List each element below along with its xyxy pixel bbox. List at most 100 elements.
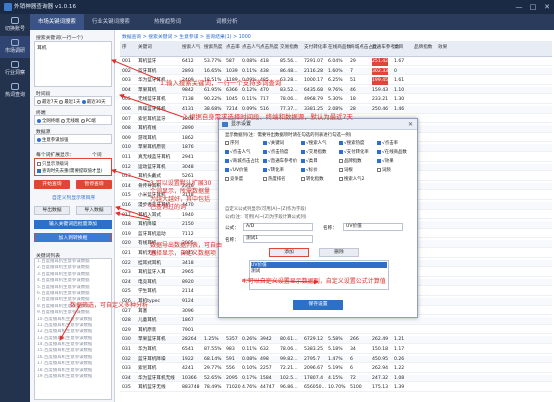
table-row[interactable]: 032 蓝牙耳机降噪 1922 68.14% 591 0.08% 498 99.82... 27… (120, 355, 552, 364)
keyword-list[interactable]: 1.百度播耳机生意参谋数据 2.百度播耳机生意参谋数据 3.百度播耳机生意参谋数… (34, 258, 112, 400)
column-option-checkbox[interactable]: 热度排名 (263, 176, 286, 182)
tab-hot-trend[interactable]: 热搜趋势词 (154, 14, 181, 30)
column-option-checkbox[interactable]: 搜索人气2 (339, 176, 364, 182)
column-option-checkbox[interactable]: √效果 (377, 158, 394, 164)
table-row[interactable]: 004 苹果耳机 9842 61.95% 6366 0.12% 470 83.52... 643… (120, 86, 552, 95)
tab-root-analysis[interactable]: 词根分析 (216, 14, 238, 30)
column-option-checkbox[interactable]: √关键词 (263, 140, 284, 146)
radio-wireless[interactable]: 无线端 (60, 118, 79, 124)
formula-hint: 自定义公式列显示(可用[A]~[Z]作为字段) (225, 207, 307, 212)
batch-add-button[interactable]: 输入关键词后批量添加 (34, 220, 112, 229)
chk-top-only[interactable]: 只显示顶级词 (37, 161, 109, 168)
table-row[interactable]: 001 耳机蓝牙 6412 53.77% 587 0.08% 418 85.56... 7291… (120, 58, 552, 66)
time-radio-group: 最近7天 最近1天 最近30天 (34, 96, 112, 106)
column-option-checkbox[interactable]: √点击率 (377, 140, 398, 146)
column-header[interactable]: 效果 (438, 44, 447, 50)
column-option-checkbox[interactable]: √转化率 (263, 167, 284, 173)
column-option-checkbox[interactable]: √在线商品数 (377, 149, 407, 155)
column-option-checkbox[interactable]: √标价 (301, 167, 318, 173)
minimize-button[interactable]: — (512, 0, 526, 14)
column-header[interactable]: 在线商品数 (328, 44, 351, 50)
table-row[interactable]: 002 蓝牙耳机 2893 16.65% 1039 0.11% 438 86.48... 211… (120, 67, 552, 76)
formula-list[interactable]: UV价值 测试 (249, 260, 389, 290)
table-cell: 0.12% (242, 87, 257, 93)
custom-columns-link[interactable]: 自定义列显示项目序 (52, 194, 95, 201)
column-header[interactable]: 序 (122, 44, 127, 50)
table-row[interactable]: 030 苹果蓝牙耳机 28264 1.25% 5357 0.26% 3942 80.61...… (120, 336, 552, 344)
column-header[interactable]: 支付转化率 (304, 44, 327, 50)
column-option-checkbox[interactable]: 转化指数 (301, 176, 324, 182)
table-cell: 16.65% (204, 68, 222, 74)
table-row[interactable]: 033 索尼耳机 4241 29.77% 556 0.10% 2257 72.21... 209… (120, 365, 552, 373)
save-settings-button[interactable]: 保存设置 (293, 300, 343, 310)
list-item[interactable]: 测试 (251, 268, 387, 274)
column-header[interactable]: 点击人气 (242, 44, 260, 50)
table-cell: 556 (226, 366, 235, 372)
column-option-checkbox[interactable]: √搜索人气 (301, 140, 326, 146)
column-option-checkbox[interactable]: √搜索热度 (339, 140, 364, 146)
close-button[interactable]: ✕ (540, 0, 554, 14)
sidebar-item-hotwords[interactable]: 热词查询 (0, 80, 30, 102)
formula-name2-input[interactable]: 测试1 (243, 235, 313, 243)
stop-query-button[interactable]: 暂停查询 (76, 180, 112, 189)
column-option-checkbox[interactable]: √交易指数 (301, 149, 326, 155)
column-header[interactable]: 搜索人气 (182, 44, 200, 50)
formula-name-input[interactable]: UV价值 (343, 223, 403, 231)
import-button[interactable]: 导入数据 (76, 206, 112, 215)
column-option-checkbox[interactable]: 品牌指数 (339, 158, 362, 164)
table-cell: 苹果蓝牙耳机 (138, 337, 166, 343)
export-button[interactable]: 导出数据 (34, 206, 70, 215)
tab-industry-keywords[interactable]: 行业关键词搜索 (92, 14, 130, 30)
sidebar-item-industry[interactable]: 行业洞察 (0, 58, 30, 80)
radio-7days[interactable]: 最近7天 (37, 99, 58, 105)
remove-formula-button[interactable]: 删除 (319, 248, 359, 257)
list-item[interactable]: 19.百度播耳机生意参谋数据 (35, 374, 111, 380)
sidebar-item-market[interactable]: 市场调研 (0, 36, 30, 58)
radio-all-platforms[interactable]: 全网终端 (37, 118, 60, 124)
tab-market-keywords[interactable]: 市场关键词搜索 (30, 14, 84, 30)
column-option-checkbox[interactable]: 词频 (377, 167, 391, 173)
column-header[interactable]: 关键词 (138, 44, 152, 50)
column-header[interactable]: 点击热度 (260, 44, 278, 50)
column-option-checkbox[interactable]: √类目 (301, 158, 318, 164)
column-option-checkbox[interactable]: 竞争度 (225, 176, 243, 182)
table-row[interactable]: 034 华为蓝牙耳机无线 10366 52.65% 2095 0.17% 1584 102.5… (120, 374, 552, 383)
column-header[interactable]: 类目 (394, 44, 403, 50)
column-option-checkbox[interactable]: 词根 (339, 167, 353, 173)
column-option-checkbox[interactable]: √商城点击占比 (225, 158, 259, 164)
column-option-label: 转化指数 (306, 177, 324, 182)
start-query-button[interactable]: 开始查询 (34, 180, 70, 189)
column-header[interactable]: 品牌指数 (414, 44, 432, 50)
column-header[interactable]: 搜索热度 (204, 44, 222, 50)
chk-dedupe[interactable]: 查询时先去重(需要提取值才显) (37, 168, 109, 175)
table-row[interactable]: 029 耳机原装 7901 (120, 327, 552, 335)
table-row[interactable]: 005 无线蓝牙耳机 7138 90.22% 1045 0.11% 717 78.06... 4… (120, 96, 552, 104)
column-option-checkbox[interactable]: √UV价值 (225, 167, 248, 173)
table-cell: 挂耳式耳机 (138, 260, 161, 266)
column-header[interactable]: 点击率 (226, 44, 240, 50)
maximize-button[interactable]: □ (526, 0, 540, 14)
sidebar-item-switch-account[interactable]: 切换账号 (0, 14, 30, 36)
column-option-checkbox[interactable]: 序列 (225, 140, 239, 146)
table-row[interactable]: 028 儿童耳机 1867 (120, 317, 552, 325)
table-row[interactable]: 035 耳机蓝牙无线 883748 78.49% 71020 4.76% 44747 96.8… (120, 384, 552, 392)
column-option-checkbox[interactable]: √直通车参考价 (263, 158, 297, 164)
dialog-close-icon[interactable]: ✕ (408, 119, 413, 130)
radio-data-source[interactable]: 生意参谋加强 (37, 137, 68, 143)
column-header[interactable]: 交易指数 (280, 44, 298, 50)
column-option-checkbox[interactable]: √点击人气 (225, 149, 250, 155)
radio-1day[interactable]: 最近1天 (59, 99, 80, 105)
radio-30days[interactable]: 最近30天 (81, 99, 106, 105)
table-cell: 199.45 (372, 77, 389, 85)
table-cell: 159.43 (372, 87, 389, 93)
table-cell: 033 (122, 366, 131, 372)
column-option-checkbox[interactable]: √支付转化率 (339, 149, 369, 155)
column-option-checkbox[interactable]: √点击热度 (263, 149, 288, 155)
checkbox-icon (263, 149, 267, 154)
radio-pc[interactable]: PC端 (80, 118, 96, 124)
table-row[interactable]: 031 华为耳机 6541 87.55% 983 0.11% 632 78.06... 5383… (120, 346, 552, 354)
search-textarea[interactable]: 耳机 (34, 41, 112, 87)
add-to-convert-button[interactable]: 加入到转换框 (34, 233, 112, 242)
add-formula-button[interactable]: 添加 (269, 248, 309, 257)
formula-input[interactable]: A/D (243, 223, 313, 231)
